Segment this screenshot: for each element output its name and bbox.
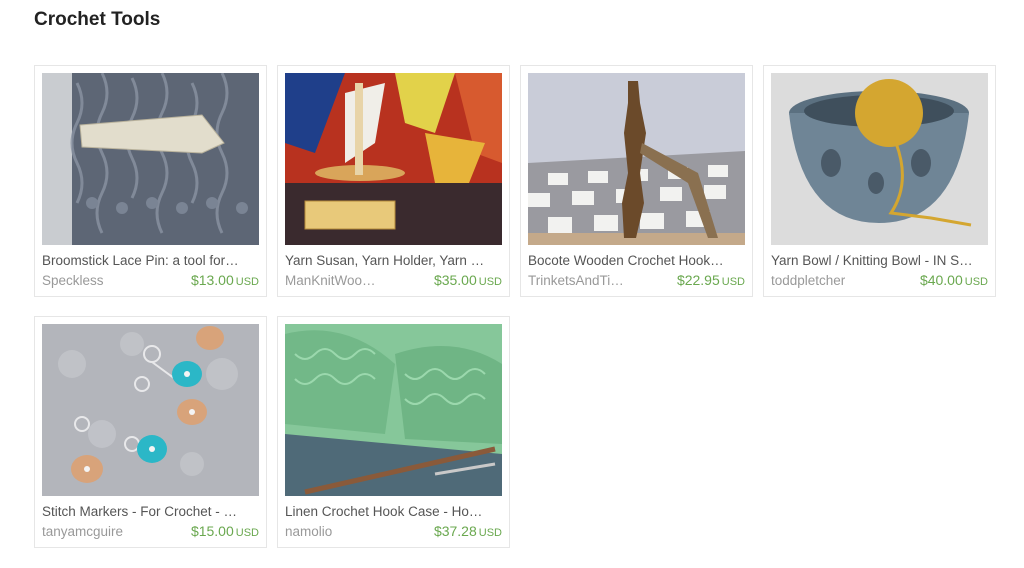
price-currency: USD	[478, 276, 502, 288]
listing-price: $37.28 USD	[434, 523, 502, 541]
price-value: $37.28	[433, 523, 477, 539]
listing-card[interactable]: Yarn Bowl / Knitting Bowl - IN S… toddpl…	[763, 65, 996, 297]
price-value: $15.00	[190, 523, 234, 539]
crochet-hook-case-image[interactable]	[285, 324, 502, 496]
price-currency: USD	[235, 276, 259, 288]
shop-name[interactable]: TrinketsAndTi…	[528, 273, 624, 289]
price-value: $22.95	[676, 272, 720, 288]
page-title: Crochet Tools	[34, 9, 161, 30]
listing-price: $35.00 USD	[434, 272, 502, 290]
listing-title[interactable]: Stitch Markers - For Crochet - …	[42, 504, 259, 520]
price-currency: USD	[721, 276, 745, 288]
price-value: $40.00	[919, 272, 963, 288]
yarn-susan-image[interactable]	[285, 73, 502, 245]
listing-card[interactable]: Linen Crochet Hook Case - Ho… namolio $3…	[277, 316, 510, 548]
price-currency: USD	[964, 276, 988, 288]
price-currency: USD	[478, 527, 502, 539]
listing-card[interactable]: Broomstick Lace Pin: a tool for… Speckle…	[34, 65, 267, 297]
wooden-crochet-hook-image[interactable]	[528, 73, 745, 245]
listing-title[interactable]: Yarn Susan, Yarn Holder, Yarn …	[285, 253, 502, 269]
listing-price: $15.00 USD	[191, 523, 259, 541]
stitch-markers-image[interactable]	[42, 324, 259, 496]
listing-price: $22.95 USD	[677, 272, 745, 290]
shop-name[interactable]: ManKnitWoo…	[285, 273, 376, 289]
price-currency: USD	[235, 527, 259, 539]
listing-card[interactable]: Stitch Markers - For Crochet - … tanyamc…	[34, 316, 267, 548]
listing-title[interactable]: Bocote Wooden Crochet Hook…	[528, 253, 745, 269]
yarn-bowl-image[interactable]	[771, 73, 988, 245]
broomstick-lace-pin-image[interactable]	[42, 73, 259, 245]
listing-title[interactable]: Broomstick Lace Pin: a tool for…	[42, 253, 259, 269]
listing-price: $40.00 USD	[920, 272, 988, 290]
shop-name[interactable]: toddpletcher	[771, 273, 845, 289]
price-value: $35.00	[433, 272, 477, 288]
shop-name[interactable]: Speckless	[42, 273, 104, 289]
listing-card[interactable]: Yarn Susan, Yarn Holder, Yarn … ManKnitW…	[277, 65, 510, 297]
listing-price: $13.00 USD	[191, 272, 259, 290]
shop-name[interactable]: tanyamcguire	[42, 524, 123, 540]
listing-title[interactable]: Linen Crochet Hook Case - Ho…	[285, 504, 502, 520]
listing-grid: Broomstick Lace Pin: a tool for… Speckle…	[34, 65, 996, 548]
listing-title[interactable]: Yarn Bowl / Knitting Bowl - IN S…	[771, 253, 988, 269]
price-value: $13.00	[190, 272, 234, 288]
shop-name[interactable]: namolio	[285, 524, 332, 540]
listing-card[interactable]: Bocote Wooden Crochet Hook… TrinketsAndT…	[520, 65, 753, 297]
